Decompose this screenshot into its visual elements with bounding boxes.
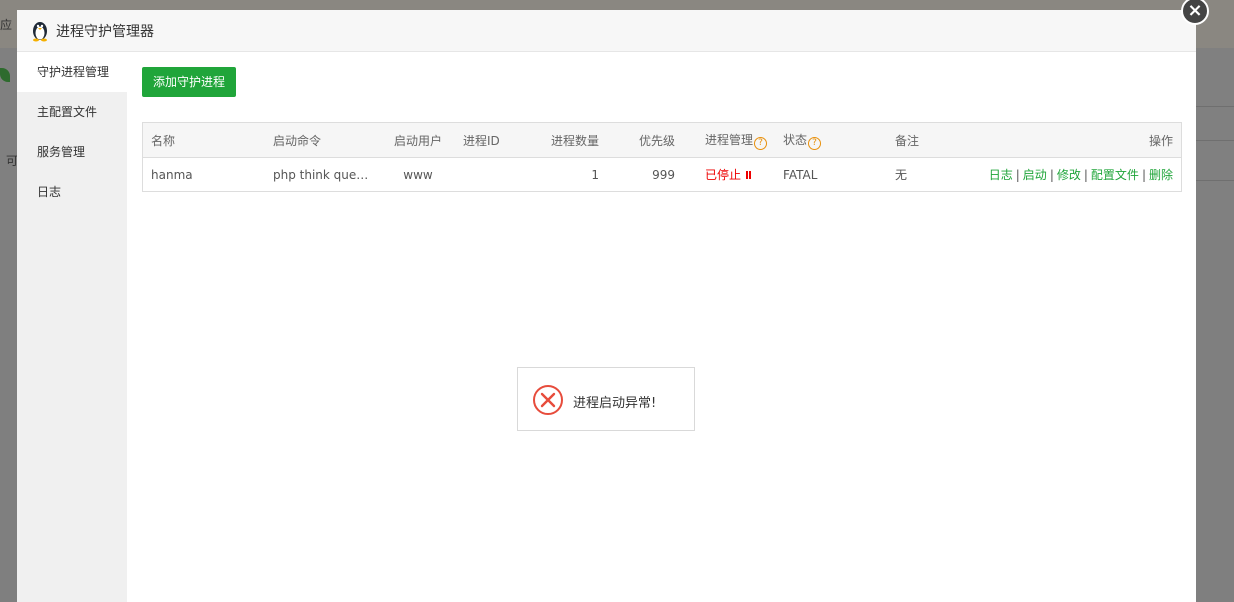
sidebar-item-logs[interactable]: 日志	[17, 172, 127, 212]
column-header-count: 进程数量	[531, 122, 607, 158]
stopped-status-label[interactable]: 已停止	[705, 168, 741, 182]
op-separator: |	[1083, 168, 1088, 182]
background-divider	[1196, 180, 1234, 181]
cell-note: 无	[895, 168, 908, 182]
dialog-header: 进程守护管理器	[17, 10, 1196, 52]
table-row: hanma php think queu... www 1 999 已停止 FA…	[143, 158, 1182, 192]
table-header-row: 名称 启动命令 启动用户 进程ID 进程数量 优先级 进程管理? 状态? 备注 …	[142, 122, 1182, 158]
column-header-command: 启动命令	[265, 122, 381, 158]
column-header-manage-label: 进程管理	[705, 132, 754, 147]
cell-name: hanma	[151, 167, 193, 182]
sidebar-item-service-management[interactable]: 服务管理	[17, 132, 127, 172]
background-text-fragment: 应	[0, 18, 13, 32]
log-link[interactable]: 日志	[989, 168, 1013, 182]
cell-command: php think queu...	[273, 167, 376, 182]
column-header-priority: 优先级	[607, 122, 683, 158]
column-header-status: 状态?	[775, 122, 888, 158]
edit-link[interactable]: 修改	[1057, 168, 1081, 182]
main-panel: 添加守护进程 名称 启动命令 启动用户 进程ID 进程数量 优先级 进程管理? …	[127, 52, 1196, 602]
penguin-icon	[33, 22, 47, 42]
error-toast: 进程启动异常!	[517, 367, 695, 431]
sidebar-item-main-config[interactable]: 主配置文件	[17, 92, 127, 132]
add-daemon-button[interactable]: 添加守护进程	[142, 67, 237, 97]
op-separator: |	[1015, 168, 1020, 182]
delete-link[interactable]: 删除	[1149, 168, 1173, 182]
cell-user: www	[403, 167, 433, 182]
help-icon[interactable]: ?	[808, 136, 822, 150]
column-header-note: 备注	[887, 122, 964, 158]
config-file-link[interactable]: 配置文件	[1091, 168, 1139, 182]
column-header-user: 启动用户	[381, 122, 455, 158]
start-link[interactable]: 启动	[1023, 168, 1047, 182]
column-header-manage: 进程管理?	[683, 122, 776, 158]
process-table: 名称 启动命令 启动用户 进程ID 进程数量 优先级 进程管理? 状态? 备注 …	[142, 122, 1182, 192]
op-separator: |	[1049, 168, 1054, 182]
column-header-name: 名称	[142, 122, 265, 158]
cell-priority: 999	[652, 167, 675, 182]
cell-pid	[455, 158, 531, 192]
op-separator: |	[1141, 168, 1146, 182]
dialog-title: 进程守护管理器	[56, 24, 154, 40]
sidebar-item-daemon-management[interactable]: 守护进程管理	[17, 52, 127, 92]
cell-status: FATAL	[783, 167, 818, 182]
cell-count: 1	[591, 167, 599, 182]
error-icon	[533, 385, 563, 415]
column-header-operations: 操作	[963, 122, 1182, 158]
dialog-sidebar: 守护进程管理 主配置文件 服务管理 日志	[17, 52, 127, 602]
column-header-pid: 进程ID	[455, 122, 531, 158]
cell-manage[interactable]: 已停止	[683, 158, 775, 192]
help-icon[interactable]: ?	[754, 136, 768, 150]
toast-message: 进程启动异常!	[573, 396, 657, 411]
background-divider	[1196, 140, 1234, 141]
pause-icon[interactable]	[745, 168, 751, 182]
cell-operations: 日志 | 启动 | 修改 | 配置文件 | 删除	[963, 158, 1181, 192]
background-divider	[1196, 106, 1234, 107]
column-header-status-label: 状态	[783, 132, 808, 147]
process-daemon-dialog: 进程守护管理器 守护进程管理 主配置文件 服务管理 日志 添加守护进程 名称 启…	[17, 10, 1196, 602]
